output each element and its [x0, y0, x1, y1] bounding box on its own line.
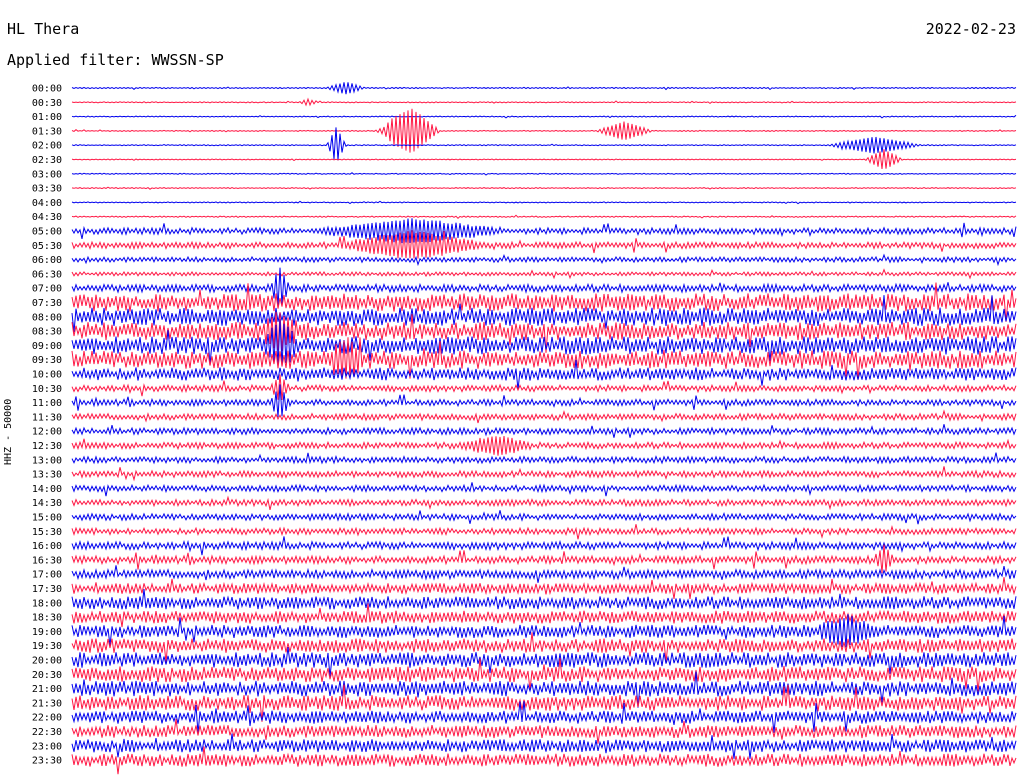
row-label-2030: 20:30 [32, 670, 62, 681]
row-label-0030: 00:30 [32, 98, 62, 109]
trace-2000 [71, 646, 1017, 678]
trace-0200 [71, 127, 1017, 161]
trace-1730 [71, 577, 1017, 599]
trace-0700 [71, 267, 1017, 308]
trace-0500 [71, 218, 1017, 244]
row-label-1100: 11:00 [32, 398, 62, 409]
row-label-1430: 14:30 [32, 498, 62, 509]
row-label-1500: 15:00 [32, 513, 62, 524]
trace-1800 [71, 589, 1017, 611]
trace-0100 [71, 114, 1017, 119]
trace-0300 [71, 172, 1017, 176]
row-label-2330: 23:30 [32, 756, 62, 767]
row-label-0330: 03:30 [32, 184, 62, 195]
row-label-1130: 11:30 [32, 412, 62, 423]
row-label-0430: 04:30 [32, 212, 62, 223]
row-label-1900: 19:00 [32, 627, 62, 638]
row-label-0530: 05:30 [32, 241, 62, 252]
row-label-0300: 03:00 [32, 169, 62, 180]
trace-1230 [71, 435, 1017, 456]
row-label-2200: 22:00 [32, 713, 62, 724]
row-label-1930: 19:30 [32, 641, 62, 652]
row-label-0200: 02:00 [32, 141, 62, 152]
trace-0930 [71, 337, 1017, 380]
row-label-0700: 07:00 [32, 284, 62, 295]
row-label-0230: 02:30 [32, 155, 62, 166]
trace-1530 [71, 524, 1017, 540]
row-label-0800: 08:00 [32, 312, 62, 323]
row-label-1230: 12:30 [32, 441, 62, 452]
row-label-0400: 04:00 [32, 198, 62, 209]
trace-0600 [71, 253, 1017, 267]
row-label-1530: 15:30 [32, 527, 62, 538]
row-label-1300: 13:00 [32, 455, 62, 466]
trace-1600 [71, 536, 1017, 556]
row-label-0730: 07:30 [32, 298, 62, 309]
row-label-0000: 00:00 [32, 84, 62, 95]
row-label-1030: 10:30 [32, 384, 62, 395]
row-label-1330: 13:30 [32, 470, 62, 481]
trace-1130 [71, 409, 1017, 424]
row-label-0600: 06:00 [32, 255, 62, 266]
row-label-1730: 17:30 [32, 584, 62, 595]
trace-1330 [71, 466, 1017, 482]
row-label-0830: 08:30 [32, 327, 62, 338]
row-label-2000: 20:00 [32, 656, 62, 667]
row-label-0630: 06:30 [32, 269, 62, 280]
row-label-1700: 17:00 [32, 570, 62, 581]
row-label-1000: 10:00 [32, 370, 62, 381]
trace-0030 [71, 97, 1017, 107]
trace-2300 [71, 733, 1017, 759]
trace-1430 [71, 495, 1017, 511]
row-label-0100: 01:00 [32, 112, 62, 123]
row-label-1600: 16:00 [32, 541, 62, 552]
trace-1400 [71, 482, 1017, 497]
trace-1200 [71, 424, 1017, 438]
trace-0400 [71, 200, 1017, 205]
trace-0530 [71, 230, 1017, 259]
trace-0430 [71, 214, 1017, 220]
trace-1700 [71, 565, 1017, 583]
trace-0000 [71, 82, 1017, 95]
row-label-1830: 18:30 [32, 613, 62, 624]
trace-1500 [71, 510, 1017, 525]
helicorder-plot: 00:00 00:30 01:00 01:30 02:00 02:30 03:00 03:30… [32, 82, 1017, 775]
row-label-2230: 22:30 [32, 727, 62, 738]
trace-1300 [71, 452, 1017, 465]
row-label-2300: 23:00 [32, 741, 62, 752]
trace-0330 [71, 186, 1017, 190]
row-label-2100: 21:00 [32, 684, 62, 695]
row-label-2130: 21:30 [32, 698, 62, 709]
trace-0630 [71, 268, 1017, 280]
row-label-0500: 05:00 [32, 227, 62, 238]
row-label-1200: 12:00 [32, 427, 62, 438]
row-label-1800: 18:00 [32, 598, 62, 609]
row-label-0930: 09:30 [32, 355, 62, 366]
row-label-0900: 09:00 [32, 341, 62, 352]
row-label-0130: 01:30 [32, 126, 62, 137]
row-label-1400: 14:00 [32, 484, 62, 495]
row-label-1630: 16:30 [32, 555, 62, 566]
